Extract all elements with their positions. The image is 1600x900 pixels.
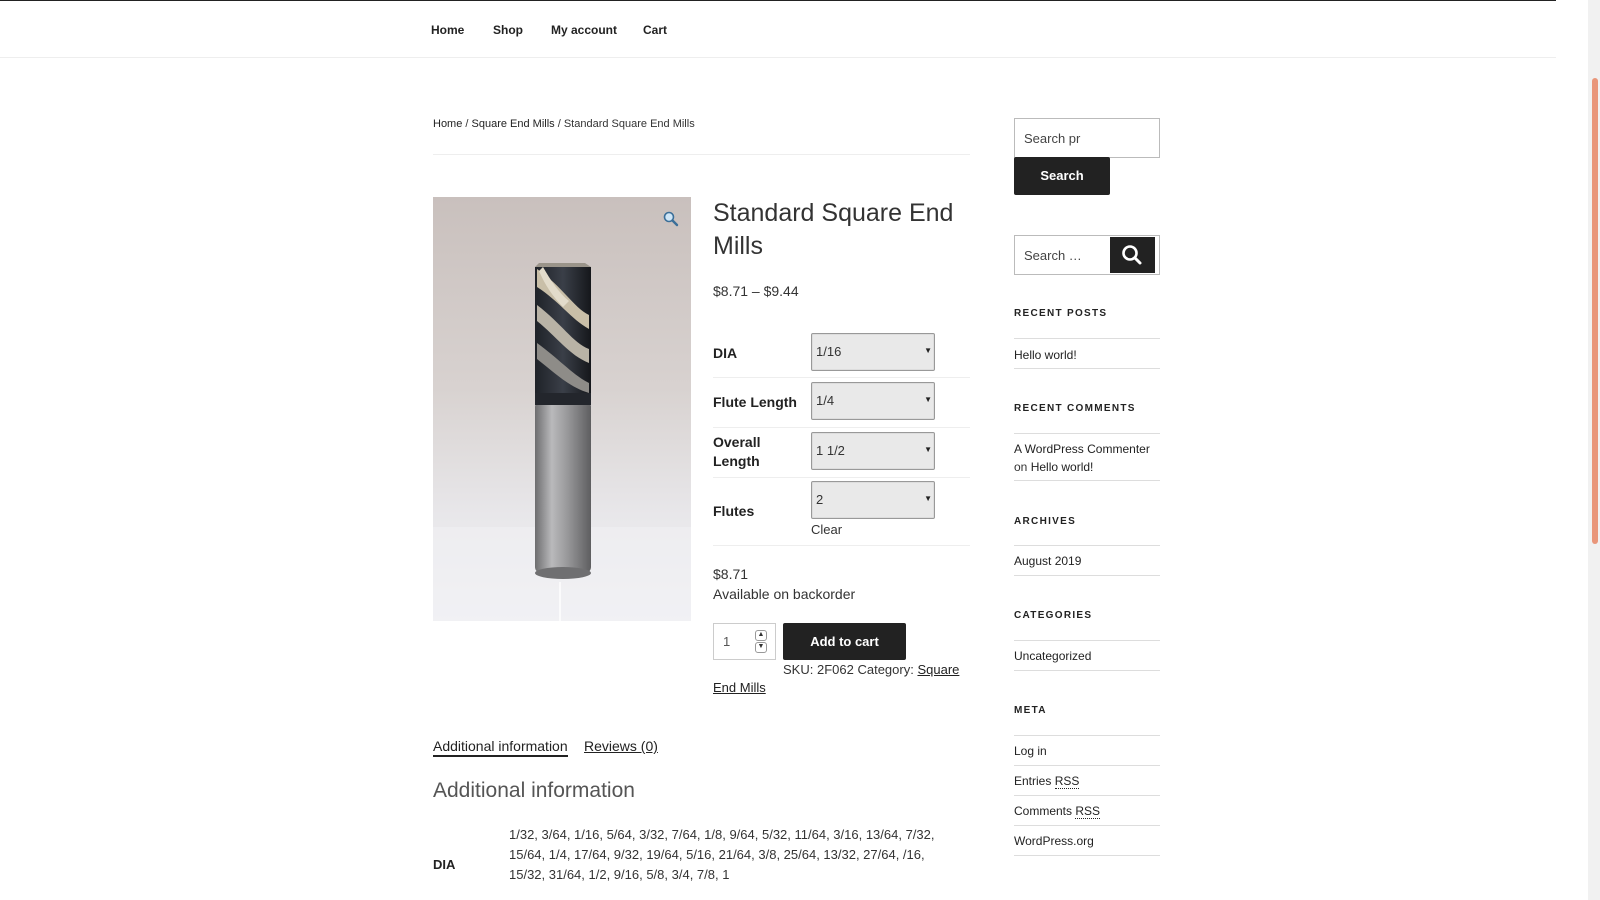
variation-label-flutes: Flutes (713, 503, 755, 519)
rss-abbr: RSS (1075, 804, 1101, 819)
breadcrumb-separator: / (554, 118, 564, 130)
variation-label-flute-length: Flute Length (713, 394, 797, 410)
nav-shop[interactable]: Shop (493, 23, 523, 37)
widget-divider (1014, 575, 1160, 576)
nav-cart[interactable]: Cart (643, 23, 667, 37)
meta-wordpress-link[interactable]: WordPress.org (1014, 834, 1094, 848)
section-heading: Additional information (433, 779, 635, 802)
tab-additional-information[interactable]: Additional information (433, 738, 568, 757)
chevron-up-icon[interactable]: ▲ (755, 630, 767, 641)
archive-link[interactable]: August 2019 (1014, 554, 1081, 568)
breadcrumb: Home / Square End Mills / Standard Squar… (433, 118, 695, 130)
flutes-selected-value: 2 (816, 492, 824, 507)
comments-label: Comments (1014, 804, 1073, 818)
chevron-down-icon: ▼ (924, 445, 932, 454)
flute-length-select[interactable]: 1/4 ▼ (811, 382, 935, 420)
meta-comments-rss-link[interactable]: Comments RSS (1014, 804, 1101, 819)
tab-reviews[interactable]: Reviews (0) (584, 738, 658, 754)
category-link-continued[interactable]: End Mills (713, 680, 766, 695)
dia-select[interactable]: 1/16 ▼ (811, 333, 935, 371)
search-icon (1122, 245, 1142, 265)
end-mill-photo (433, 197, 691, 621)
price-range: $8.71 – $9.44 (713, 283, 799, 299)
flutes-select[interactable]: 2 ▼ (811, 481, 935, 519)
variation-row-flute-length: Flute Length 1/4 ▼ (713, 378, 970, 428)
sku-value: 2F062 (816, 662, 854, 677)
add-to-cart-button[interactable]: Add to cart (783, 623, 906, 660)
breadcrumb-category[interactable]: Square End Mills (472, 118, 555, 130)
widget-divider (1014, 338, 1160, 339)
nav-my-account[interactable]: My account (551, 23, 617, 37)
categories-title: CATEGORIES (1014, 610, 1093, 621)
category-link[interactable]: Square (917, 662, 959, 677)
widget-divider (1014, 640, 1160, 641)
product-title: Standard Square End Mills (713, 199, 954, 260)
overall-length-select[interactable]: 1 1/2 ▼ (811, 432, 935, 470)
variation-row-overall-length: Overall Length 1 1/2 ▼ (713, 428, 970, 478)
meta-login-link[interactable]: Log in (1014, 744, 1047, 758)
comment-author-link[interactable]: A WordPress Commenter (1014, 442, 1150, 456)
product-meta: SKU: 2F062 Category: Square (783, 662, 959, 677)
widget-divider (1014, 825, 1160, 826)
scrollbar-thumb[interactable] (1592, 78, 1598, 544)
widget-divider (1014, 433, 1160, 434)
variation-label-dia: DIA (713, 345, 738, 361)
magnifier-icon[interactable] (662, 210, 680, 228)
widget-divider (1014, 795, 1160, 796)
recent-comment: A WordPress Commenter on Hello world! (1014, 440, 1160, 476)
search-placeholder: Search … (1024, 248, 1082, 263)
search-button[interactable]: Search (1014, 157, 1110, 195)
main-navigation: Home Shop My account Cart (0, 1, 1556, 58)
widget-divider (1014, 855, 1160, 856)
recent-post-link[interactable]: Hello world! (1014, 348, 1077, 362)
breadcrumb-divider (433, 154, 970, 155)
chevron-down-icon: ▼ (924, 494, 932, 503)
quantity-value: 1 (723, 634, 731, 649)
entries-label: Entries (1014, 774, 1052, 788)
attribute-value-dia: 1/32, 3/64, 1/16, 5/64, 3/32, 7/64, 1/8,… (509, 827, 935, 882)
comment-post-link[interactable]: Hello world! (1031, 460, 1094, 474)
dia-selected-value: 1/16 (816, 344, 842, 359)
meta-title: META (1014, 705, 1047, 716)
variation-row-dia: DIA 1/16 ▼ (713, 330, 970, 378)
category-link-uncategorized[interactable]: Uncategorized (1014, 649, 1091, 663)
product-meta-wrap: End Mills (713, 680, 766, 695)
widget-divider (1014, 735, 1160, 736)
overall-length-selected-value: 1 1/2 (816, 443, 845, 458)
category-label: Category: (857, 662, 914, 677)
clear-variations-link[interactable]: Clear (811, 522, 842, 537)
widget-divider (1014, 765, 1160, 766)
nav-home[interactable]: Home (431, 23, 464, 37)
rss-abbr: RSS (1054, 774, 1080, 789)
breadcrumb-current: Standard Square End Mills (563, 118, 695, 130)
widget-divider (1014, 670, 1160, 671)
meta-entries-rss-link[interactable]: Entries RSS (1014, 774, 1080, 789)
quantity-stepper[interactable]: 1 ▲ ▼ (713, 623, 776, 660)
search-placeholder: Search pr (1024, 131, 1081, 146)
search-submit-button[interactable] (1110, 237, 1155, 273)
widget-divider (1014, 545, 1160, 546)
recent-posts-title: RECENT POSTS (1014, 308, 1108, 319)
recent-comments-title: RECENT COMMENTS (1014, 403, 1136, 414)
flute-length-selected-value: 1/4 (816, 393, 835, 408)
attribute-label-dia: DIA (433, 857, 456, 872)
widget-divider (1014, 368, 1160, 369)
sku-label: SKU: (783, 662, 814, 677)
chevron-down-icon: ▼ (924, 395, 932, 404)
variation-price: $8.71 (713, 566, 749, 582)
chevron-down-icon[interactable]: ▼ (755, 642, 767, 653)
page-scrollbar[interactable] (1588, 0, 1600, 900)
chevron-down-icon: ▼ (924, 346, 932, 355)
comment-on-text: on (1014, 460, 1028, 474)
breadcrumb-home[interactable]: Home (433, 118, 462, 130)
product-image[interactable] (433, 197, 691, 621)
breadcrumb-separator: / (462, 118, 472, 130)
stock-availability: Available on backorder (713, 586, 856, 602)
variation-label-overall-length: Overall Length (713, 434, 761, 469)
product-search-input[interactable]: Search pr (1014, 118, 1160, 158)
widget-divider (1014, 480, 1160, 481)
archives-title: ARCHIVES (1014, 516, 1077, 527)
